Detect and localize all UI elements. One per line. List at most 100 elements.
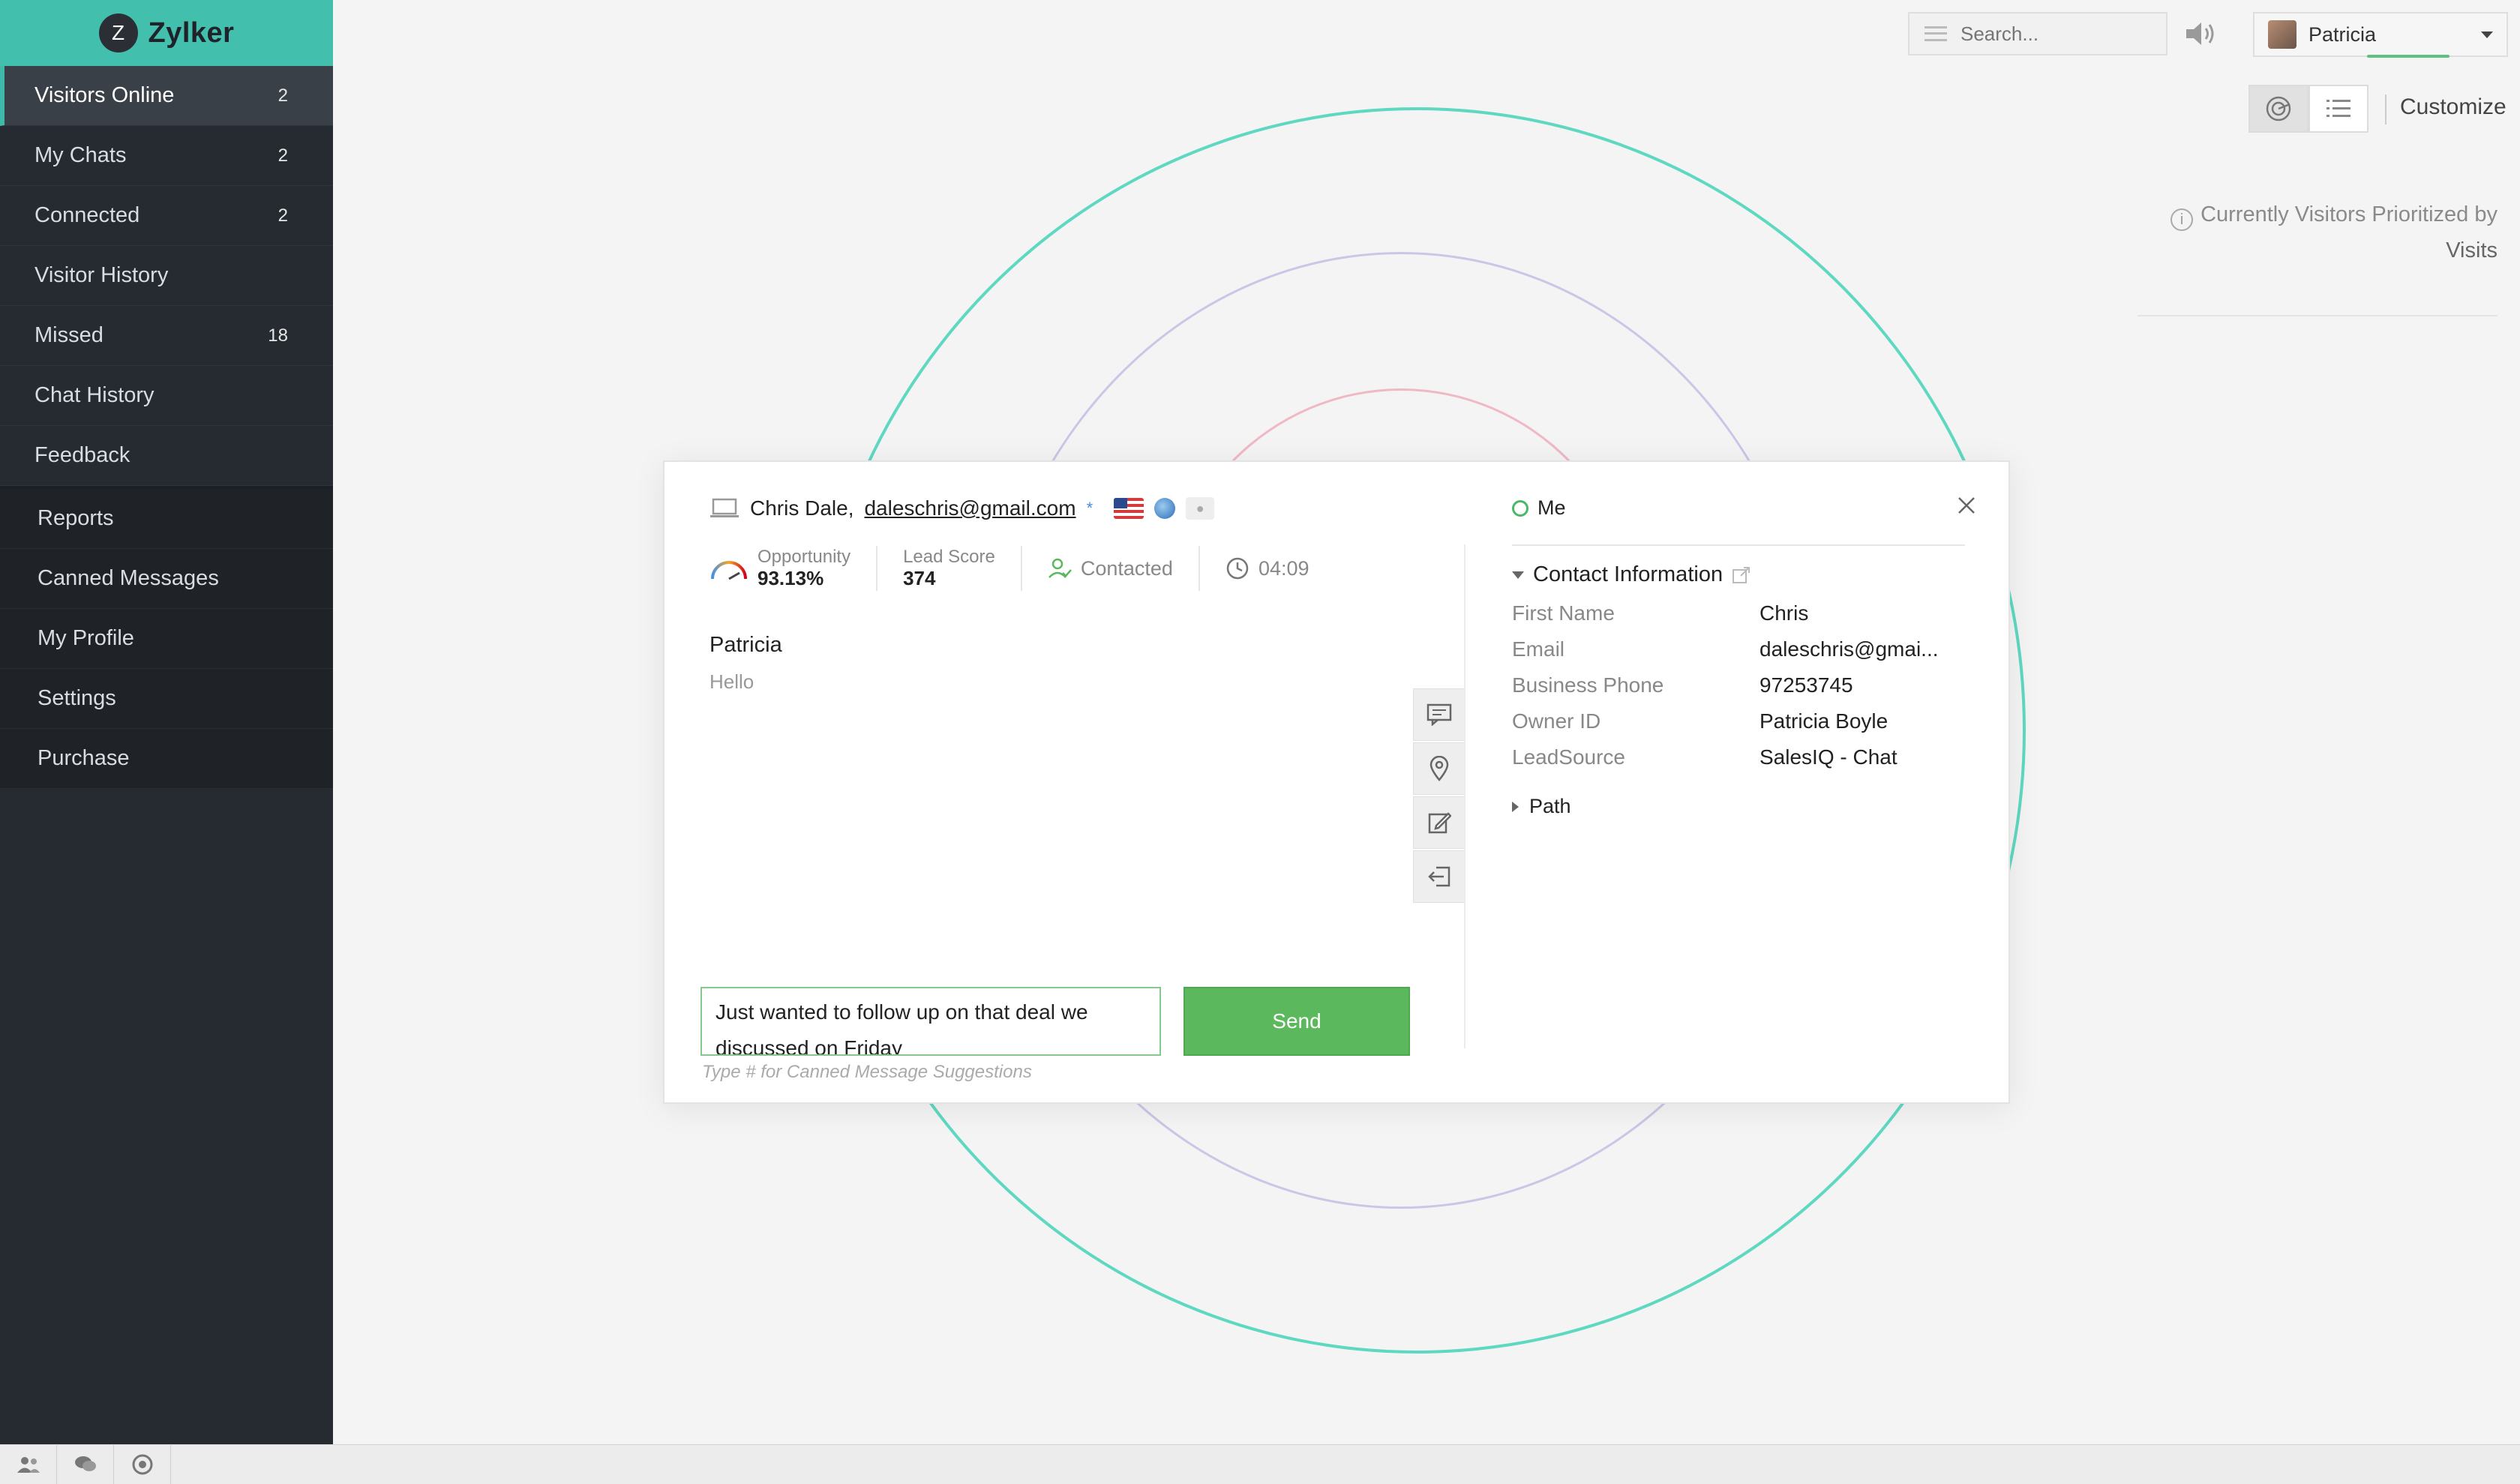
activity-icon [132, 1454, 152, 1475]
lead-score-value: 374 [903, 567, 936, 589]
notes-button[interactable] [1413, 796, 1466, 849]
location-button[interactable] [1413, 742, 1466, 795]
user-menu[interactable]: Patricia [2253, 12, 2508, 58]
sidebar-item-missed[interactable]: Missed 18 [0, 306, 333, 366]
transfer-button[interactable] [1413, 850, 1466, 903]
chats-button[interactable] [57, 1445, 114, 1484]
sidebar-item-chat-history[interactable]: Chat History [0, 366, 333, 426]
speaker-icon[interactable] [2182, 15, 2220, 52]
sidebar-item-my-chats[interactable]: My Chats 2 [0, 126, 333, 186]
lead-score-label: Lead Score [903, 547, 995, 567]
sidebar-item-label: My Chats [34, 143, 127, 167]
radar-icon [2266, 96, 2291, 121]
list-view-button[interactable] [2308, 85, 2368, 133]
field-value: daleschris@gmai... [1760, 637, 1939, 661]
priority-note: i Currently Visitors Prioritized by Visit… [2130, 196, 2498, 268]
external-link-icon[interactable] [1732, 565, 1751, 585]
contact-info-title: Contact Information [1533, 562, 1724, 586]
location-pin-icon [1430, 756, 1449, 781]
info-icon: i [2170, 208, 2194, 231]
sidebar-item-label: Feedback [34, 443, 130, 467]
chat-owner: Me [1512, 496, 1566, 520]
contact-status: Contacted [1080, 556, 1173, 580]
sidebar-item-my-profile[interactable]: My Profile [0, 609, 333, 669]
chat-window: Chris Dale, daleschris@gmail.com * ● Opp… [663, 460, 2010, 1104]
visitor-email[interactable]: daleschris@gmail.com [864, 496, 1076, 520]
message-text: Hello [710, 670, 754, 693]
sidebar-item-settings[interactable]: Settings [0, 669, 333, 729]
chat-owner-label: Me [1538, 496, 1566, 519]
list-icon [2326, 100, 2350, 117]
contact-field-row: Owner ID Patricia Boyle [1512, 703, 1962, 739]
customize-link[interactable]: Customize [2400, 94, 2506, 120]
sidebar-item-label: My Profile [38, 626, 134, 650]
lead-score-stat: Lead Score 374 [903, 546, 1022, 591]
sidebar-item-canned-messages[interactable]: Canned Messages [0, 549, 333, 609]
avatar [2268, 20, 2296, 49]
visitor-name: Chris Dale, [750, 496, 854, 520]
caret-right-icon [1512, 801, 1519, 812]
sidebar-item-connected[interactable]: Connected 2 [0, 186, 333, 246]
composer-hint: Type # for Canned Message Suggestions [702, 1062, 1032, 1082]
visitor-star: * [1086, 499, 1094, 517]
field-value: SalesIQ - Chat [1760, 745, 1898, 769]
field-value: Chris [1760, 601, 1809, 625]
close-icon[interactable] [1952, 490, 1982, 520]
chat-timer: 04:09 [1258, 556, 1310, 580]
user-check-icon [1048, 558, 1072, 578]
clock-icon [1226, 557, 1249, 580]
chevron-down-icon [2481, 31, 2493, 38]
contact-field-row: Email daleschris@gmai... [1512, 631, 1962, 667]
path-label: Path [1529, 795, 1571, 817]
operators-button[interactable] [0, 1445, 57, 1484]
visitor-stats: Opportunity 93.13% Lead Score 374 Contac… [710, 546, 1360, 591]
sidebar-item-count: 2 [278, 85, 288, 106]
field-key: Owner ID [1512, 709, 1601, 733]
message-composer[interactable] [700, 987, 1161, 1056]
laptop-icon [710, 498, 739, 517]
contact-divider [1512, 544, 1965, 546]
search-box[interactable] [1908, 12, 2168, 55]
sidebar: Z Zylker Visitors Online 2 My Chats 2 Co… [0, 0, 333, 1444]
field-value: 97253745 [1760, 673, 1853, 697]
sidebar-item-visitors-online[interactable]: Visitors Online 2 [0, 66, 333, 126]
toolbar-divider [2385, 94, 2386, 124]
sidebar-item-feedback[interactable]: Feedback [0, 426, 333, 486]
priority-value: Visits [2446, 238, 2498, 262]
field-value: Patricia Boyle [1760, 709, 1888, 733]
send-button[interactable]: Send [1184, 987, 1410, 1056]
contact-status-stat[interactable]: Contacted [1048, 546, 1200, 591]
presence-indicator [2367, 55, 2450, 58]
opportunity-label: Opportunity [758, 547, 851, 567]
caret-down-icon [1512, 571, 1524, 579]
browser-icon [1154, 498, 1176, 519]
activity-button[interactable] [114, 1445, 171, 1484]
sidebar-item-label: Chat History [34, 383, 154, 407]
exit-icon [1428, 866, 1450, 887]
canned-message-button[interactable] [1413, 688, 1466, 741]
online-status-icon [1512, 499, 1528, 517]
users-icon [16, 1457, 40, 1473]
radar-view-button[interactable] [2248, 85, 2308, 133]
sidebar-item-visitor-history[interactable]: Visitor History [0, 246, 333, 306]
field-key: First Name [1512, 601, 1615, 625]
us-flag-icon [1114, 498, 1144, 519]
user-name: Patricia [2308, 22, 2377, 46]
opportunity-value: 93.13% [758, 567, 824, 589]
brand-name: Zylker [148, 16, 235, 49]
field-key: Business Phone [1512, 673, 1664, 697]
path-toggle[interactable]: Path [1512, 795, 1571, 818]
sidebar-item-reports[interactable]: Reports [0, 489, 333, 549]
sidebar-item-label: Purchase [38, 746, 130, 770]
bottom-bar [0, 1444, 2520, 1484]
message-author: Patricia [710, 633, 782, 657]
contact-field-row: LeadSource SalesIQ - Chat [1512, 739, 1962, 775]
chat-bubbles-icon [74, 1456, 96, 1471]
sidebar-item-purchase[interactable]: Purchase [0, 729, 333, 789]
message-icon [1426, 703, 1452, 726]
brand-logo[interactable]: Z Zylker [0, 0, 333, 66]
search-input[interactable] [1960, 22, 2148, 46]
edit-icon [1428, 812, 1451, 834]
contact-info-toggle[interactable]: Contact Information [1512, 562, 1751, 587]
field-key: Email [1512, 637, 1565, 661]
